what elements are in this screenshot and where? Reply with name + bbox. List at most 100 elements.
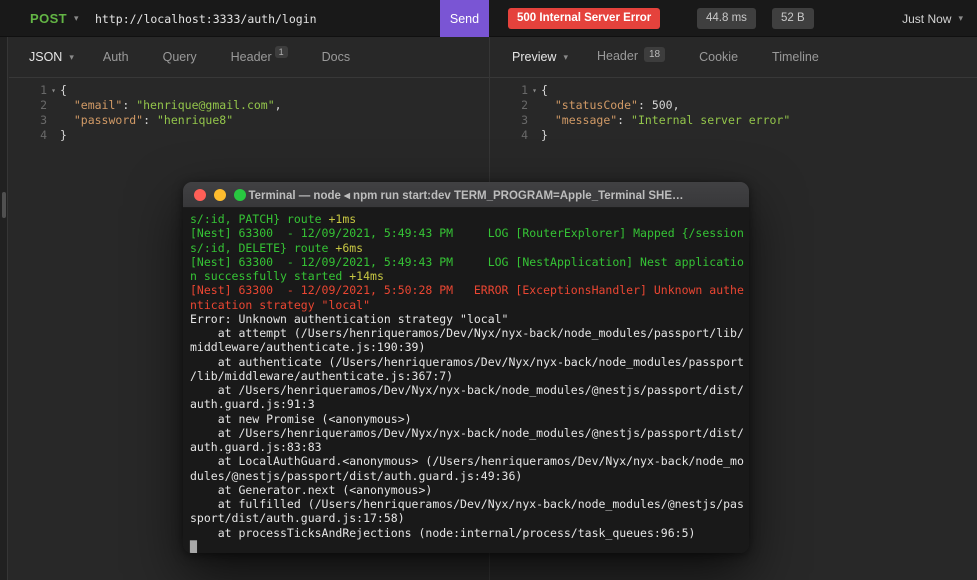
tab-header[interactable]: Header 1 bbox=[214, 46, 305, 64]
line-number: 2 bbox=[521, 98, 528, 112]
terminal-line: at processTicksAndRejections (node:inter… bbox=[190, 526, 749, 540]
code-segment: "message" bbox=[554, 113, 618, 127]
response-tabbar: Preview ▾ Header 18 Cookie Timeline bbox=[490, 37, 977, 78]
code-segment: at authenticate (/Users/henriqueramos/De… bbox=[190, 354, 744, 369]
status-badge: 500 Internal Server Error bbox=[508, 8, 661, 29]
terminal-line: s/:id, PATCH} route +1ms bbox=[190, 212, 749, 226]
code-segment: /lib/middleware/authenticate.js:367:7) bbox=[190, 368, 454, 383]
fold-gutter-spacer bbox=[528, 113, 541, 128]
tab-auth[interactable]: Auth bbox=[86, 50, 146, 64]
history-dropdown[interactable]: Just Now ▾ bbox=[902, 0, 963, 37]
code-segment: [Nest] 63300 - 12/09/2021, 5:49:43 PM LO… bbox=[190, 226, 744, 241]
terminal-line: middleware/authenticate.js:190:39) bbox=[190, 340, 749, 354]
terminal-window: Terminal — node ◂ npm run start:dev TERM… bbox=[183, 182, 749, 553]
code-segment: { bbox=[60, 83, 67, 97]
body-type-dropdown[interactable]: JSON ▾ bbox=[29, 50, 86, 64]
terminal-line: at /Users/henriqueramos/Dev/Nyx/nyx-back… bbox=[190, 383, 749, 397]
request-code-line: 2 "email": "henrique@gmail.com", bbox=[21, 98, 489, 113]
code-segment: , bbox=[274, 98, 282, 112]
tab-timeline[interactable]: Timeline bbox=[755, 50, 836, 64]
code-segment: auth.guard.js:91:3 bbox=[190, 397, 315, 412]
code-segment: at /Users/henriqueramos/Dev/Nyx/nyx-back… bbox=[190, 383, 744, 397]
code-segment: , bbox=[672, 98, 680, 112]
code-segment: "password" bbox=[73, 113, 144, 127]
line-number: 2 bbox=[40, 98, 47, 112]
terminal-line: /lib/middleware/authenticate.js:367:7) bbox=[190, 369, 749, 383]
terminal-line: at /Users/henriqueramos/Dev/Nyx/nyx-back… bbox=[190, 426, 749, 440]
terminal-line: at attempt (/Users/henriqueramos/Dev/Nyx… bbox=[190, 326, 749, 340]
code-segment: at new Promise (<anonymous>) bbox=[190, 411, 412, 426]
code-segment: +1ms bbox=[328, 212, 357, 226]
terminal-line: [Nest] 63300 - 12/09/2021, 5:49:43 PM LO… bbox=[190, 226, 749, 240]
send-button[interactable]: Send bbox=[440, 0, 489, 37]
code-segment: s/:id, DELETE} route bbox=[190, 240, 336, 255]
tab-response-header[interactable]: Header 18 bbox=[580, 47, 682, 65]
request-code-line: 1 ▾{ bbox=[21, 83, 489, 98]
request-code-line: 3 "password": "henrique8" bbox=[21, 113, 489, 128]
code-segment: [Nest] 63300 - 12/09/2021, 5:49:43 PM LO… bbox=[190, 254, 744, 269]
tab-query[interactable]: Query bbox=[146, 50, 214, 64]
zoom-button[interactable] bbox=[234, 189, 246, 201]
chevron-down-icon: ▾ bbox=[958, 13, 963, 23]
sidebar-resize-handle[interactable] bbox=[2, 192, 6, 218]
code-segment: Error: Unknown authentication strategy "… bbox=[190, 311, 509, 326]
code-segment: "statusCode" bbox=[554, 98, 638, 112]
minimize-button[interactable] bbox=[214, 189, 226, 201]
code-segment: ntication strategy "local" bbox=[190, 297, 371, 312]
code-segment: "Internal server error" bbox=[631, 113, 791, 127]
code-segment: } bbox=[60, 128, 67, 142]
code-segment: "email" bbox=[73, 98, 123, 112]
chevron-down-icon: ▾ bbox=[69, 51, 74, 62]
code-segment: : bbox=[122, 98, 137, 112]
terminal-titlebar[interactable]: Terminal — node ◂ npm run start:dev TERM… bbox=[183, 182, 749, 208]
code-segment: at attempt (/Users/henriqueramos/Dev/Nyx… bbox=[190, 326, 744, 340]
terminal-line: at authenticate (/Users/henriqueramos/De… bbox=[190, 355, 749, 369]
response-size-badge: 52 B bbox=[772, 8, 814, 29]
response-code-line: 4} bbox=[502, 128, 977, 143]
terminal-line: sport/dist/auth.guard.js:17:58) bbox=[190, 511, 749, 525]
terminal-line: [Nest] 63300 - 12/09/2021, 5:50:28 PM ER… bbox=[190, 283, 749, 297]
code-segment: at /Users/henriqueramos/Dev/Nyx/nyx-back… bbox=[190, 425, 744, 440]
terminal-line: s/:id, DELETE} route +6ms bbox=[190, 241, 749, 255]
fold-gutter-spacer bbox=[47, 98, 60, 113]
terminal-line: █ bbox=[190, 540, 749, 553]
line-number: 3 bbox=[40, 113, 47, 127]
response-time-badge: 44.8 ms bbox=[697, 8, 756, 29]
fold-caret-icon[interactable]: ▾ bbox=[528, 83, 541, 98]
preview-mode-dropdown[interactable]: Preview ▾ bbox=[512, 50, 580, 64]
terminal-line: at new Promise (<anonymous>) bbox=[190, 412, 749, 426]
code-segment: at processTicksAndRejections (node:inter… bbox=[190, 525, 696, 540]
code-segment: at LocalAuthGuard.<anonymous> (/Users/he… bbox=[190, 454, 744, 469]
fold-gutter-spacer bbox=[528, 98, 541, 113]
code-segment: } bbox=[541, 128, 548, 142]
request-code-line: 4} bbox=[21, 128, 489, 143]
terminal-output[interactable]: s/:id, PATCH} route +1ms [Nest] 63300 - 1… bbox=[183, 208, 749, 553]
response-code-line: 1 ▾{ bbox=[502, 83, 977, 98]
code-segment: "henrique8" bbox=[156, 113, 234, 127]
code-segment: sport/dist/auth.guard.js:17:58) bbox=[190, 511, 405, 526]
line-number: 4 bbox=[40, 128, 47, 142]
fold-gutter-spacer bbox=[528, 128, 541, 143]
fold-caret-icon[interactable]: ▾ bbox=[47, 83, 60, 98]
method-dropdown[interactable]: POST ▾ bbox=[30, 0, 79, 37]
body-type-label: JSON bbox=[29, 50, 63, 64]
code-segment: auth.guard.js:83:83 bbox=[190, 440, 322, 454]
code-segment: +6ms bbox=[335, 240, 364, 255]
line-number: 1 bbox=[521, 83, 528, 97]
terminal-line: at fulfilled (/Users/henriqueramos/Dev/N… bbox=[190, 497, 749, 511]
terminal-line: auth.guard.js:83:83 bbox=[190, 440, 749, 454]
window-controls bbox=[194, 182, 246, 208]
tab-docs[interactable]: Docs bbox=[305, 50, 367, 64]
url-input[interactable]: http://localhost:3333/auth/login bbox=[95, 0, 317, 37]
chevron-down-icon: ▾ bbox=[563, 51, 568, 62]
code-segment: middleware/authenticate.js:190:39) bbox=[190, 340, 426, 355]
tab-cookie[interactable]: Cookie bbox=[682, 50, 755, 64]
line-number: 3 bbox=[521, 113, 528, 127]
close-button[interactable] bbox=[194, 189, 206, 201]
chevron-down-icon: ▾ bbox=[74, 13, 79, 23]
code-segment: : bbox=[143, 113, 157, 127]
